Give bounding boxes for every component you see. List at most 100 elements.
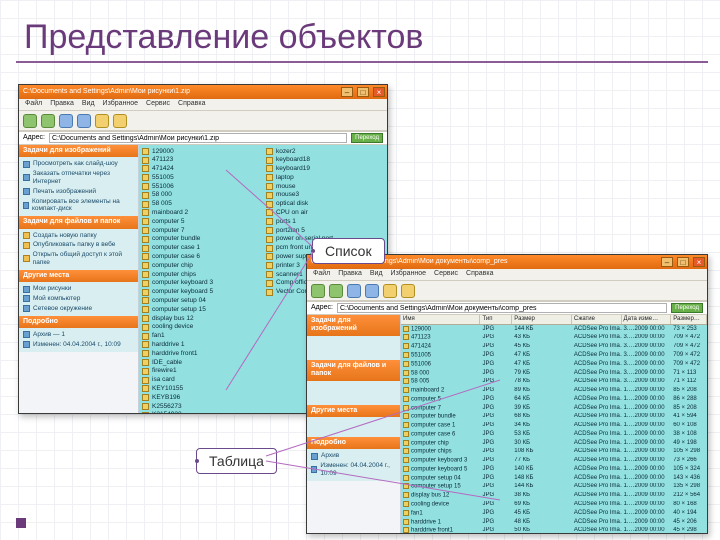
- fwd-icon[interactable]: [329, 284, 343, 298]
- menu-tools[interactable]: Сервис: [146, 100, 170, 108]
- list-item[interactable]: IDE_cable: [142, 358, 260, 367]
- table-row[interactable]: computer case 6JPG53 КБACDSee Pro Ima…1.…: [401, 430, 707, 439]
- list-item[interactable]: computer setup 04: [142, 297, 260, 306]
- table-row[interactable]: harddrive front1JPG50 КБACDSee Pro Ima…1…: [401, 527, 707, 533]
- list-item[interactable]: computer setup 15: [142, 305, 260, 314]
- list-item[interactable]: computer 7: [142, 226, 260, 235]
- table-row[interactable]: 58 000JPG79 КБACDSee Pro Ima…3.…2009 00:…: [401, 369, 707, 378]
- table-row[interactable]: harddrive 1JPG48 КБACDSee Pro Ima…1.…200…: [401, 518, 707, 527]
- menu-file[interactable]: Файл: [313, 270, 330, 278]
- toolbar[interactable]: [19, 111, 387, 131]
- table-header[interactable]: Имя Тип Размер Сжатие Дата изме… Размер…: [401, 315, 707, 325]
- details-panel-head[interactable]: Подробно: [19, 316, 138, 328]
- up-icon[interactable]: [59, 114, 73, 128]
- address-input[interactable]: [337, 303, 667, 313]
- menu-bar[interactable]: Файл Правка Вид Избранное Сервис Справка: [307, 269, 707, 281]
- list-item[interactable]: 58 000: [142, 191, 260, 200]
- panel-item[interactable]: Открыть общий доступ к этой папке: [23, 250, 134, 268]
- list-item[interactable]: mouse3: [266, 191, 384, 200]
- list-item[interactable]: cooling device: [142, 323, 260, 332]
- tasks-panel-head[interactable]: Задачи для изображений: [307, 315, 400, 336]
- table-row[interactable]: computer bundleJPG68 КБACDSee Pro Ima…1.…: [401, 413, 707, 422]
- panel-item[interactable]: Изменен: 04.04.2004 г., 10:09: [23, 340, 134, 350]
- tasks-panel-head[interactable]: Задачи для изображений: [19, 145, 138, 157]
- table-row[interactable]: 471123JPG43 КБACDSee Pro Ima…3.…2009 00:…: [401, 334, 707, 343]
- menu-view[interactable]: Вид: [370, 270, 383, 278]
- close-button[interactable]: ×: [693, 257, 705, 267]
- back-icon[interactable]: [311, 284, 325, 298]
- menu-help[interactable]: Справка: [466, 270, 493, 278]
- minimize-button[interactable]: –: [661, 257, 673, 267]
- list-item[interactable]: 551005: [142, 173, 260, 182]
- table-row[interactable]: computer 5JPG64 КБACDSee Pro Ima…1.…2009…: [401, 395, 707, 404]
- list-item[interactable]: KEYB196: [142, 393, 260, 402]
- table-row[interactable]: computer setup 15JPG144 КБACDSee Pro Ima…: [401, 483, 707, 492]
- table-row[interactable]: mainboard 2JPG89 КБACDSee Pro Ima…1.…200…: [401, 387, 707, 396]
- address-bar[interactable]: Адрес: Переход: [19, 131, 387, 145]
- list-item[interactable]: mainboard 2: [142, 209, 260, 218]
- go-button[interactable]: Переход: [671, 303, 703, 313]
- table-row[interactable]: 551005JPG47 КБACDSee Pro Ima…3.…2009 00:…: [401, 351, 707, 360]
- list-item[interactable]: K2154923: [142, 411, 260, 413]
- details-panel-head[interactable]: Подробно: [307, 437, 400, 449]
- list-item[interactable]: optical disk: [266, 200, 384, 209]
- panel-item[interactable]: Архив — 1: [23, 330, 134, 340]
- menu-view[interactable]: Вид: [82, 100, 95, 108]
- menu-file[interactable]: Файл: [25, 100, 42, 108]
- table-row[interactable]: computer keyboard 5JPG140 КБACDSee Pro I…: [401, 465, 707, 474]
- table-row[interactable]: cooling deviceJPG69 КБACDSee Pro Ima…1.……: [401, 501, 707, 510]
- file-table-area[interactable]: Имя Тип Размер Сжатие Дата изме… Размер……: [401, 315, 707, 533]
- list-item[interactable]: K2556273: [142, 402, 260, 411]
- list-item[interactable]: computer case 6: [142, 253, 260, 262]
- back-icon[interactable]: [23, 114, 37, 128]
- list-item[interactable]: mouse: [266, 182, 384, 191]
- table-row[interactable]: computer setup 04JPG148 КБACDSee Pro Ima…: [401, 474, 707, 483]
- table-row[interactable]: 551006JPG47 КБACDSee Pro Ima…3.…2009 00:…: [401, 360, 707, 369]
- table-row[interactable]: computer keyboard 3JPG77 КБACDSee Pro Im…: [401, 457, 707, 466]
- panel-item[interactable]: Заказать отпечатки через Интернет: [23, 169, 134, 187]
- minimize-button[interactable]: –: [341, 87, 353, 97]
- panel-item[interactable]: Мой компьютер: [23, 294, 134, 304]
- views-icon[interactable]: [401, 284, 415, 298]
- list-item[interactable]: 551006: [142, 182, 260, 191]
- titlebar[interactable]: C:\Documents and Settings\Admin\Мои рису…: [19, 85, 387, 99]
- panel-item[interactable]: Печать изображений: [23, 187, 134, 197]
- list-item[interactable]: computer chip: [142, 261, 260, 270]
- panel-item[interactable]: Создать новую папку: [23, 231, 134, 241]
- col-size[interactable]: Размер: [512, 315, 572, 324]
- list-item[interactable]: computer chips: [142, 270, 260, 279]
- list-item[interactable]: harddrive 1: [142, 341, 260, 350]
- col-date[interactable]: Дата изме…: [622, 315, 672, 324]
- menu-bar[interactable]: Файл Правка Вид Избранное Сервис Справка: [19, 99, 387, 111]
- col-type[interactable]: Тип: [480, 315, 512, 324]
- col-compress[interactable]: Сжатие: [572, 315, 622, 324]
- up-icon[interactable]: [347, 284, 361, 298]
- menu-fav[interactable]: Избранное: [391, 270, 426, 278]
- places-panel-head[interactable]: Другие места: [307, 405, 400, 417]
- fwd-icon[interactable]: [41, 114, 55, 128]
- panel-item[interactable]: Изменен: 04.04.2004 г., 10:09: [311, 461, 396, 479]
- list-item[interactable]: 129000: [142, 147, 260, 156]
- table-row[interactable]: 58 005JPG78 КБACDSee Pro Ima…3.…2009 00:…: [401, 378, 707, 387]
- table-row[interactable]: computer chipsJPG108 КБACDSee Pro Ima…1.…: [401, 448, 707, 457]
- col-name[interactable]: Имя: [401, 315, 480, 324]
- views-icon[interactable]: [113, 114, 127, 128]
- col-dim[interactable]: Размер…: [671, 315, 707, 324]
- table-row[interactable]: 129000JPG144 КБACDSee Pro Ima…3.…2009 00…: [401, 325, 707, 334]
- list-item[interactable]: computer keyboard 5: [142, 288, 260, 297]
- list-item[interactable]: harddrive front1: [142, 349, 260, 358]
- list-item[interactable]: computer bundle: [142, 235, 260, 244]
- table-row[interactable]: fan1JPG45 КБACDSee Pro Ima…1.…2009 00:00…: [401, 509, 707, 518]
- list-item[interactable]: 471123: [142, 156, 260, 165]
- list-item[interactable]: CPU on air: [266, 209, 384, 218]
- list-item[interactable]: computer case 1: [142, 244, 260, 253]
- address-bar[interactable]: Адрес: Переход: [307, 301, 707, 315]
- list-item[interactable]: 471424: [142, 165, 260, 174]
- go-button[interactable]: Переход: [351, 133, 383, 143]
- menu-tools[interactable]: Сервис: [434, 270, 458, 278]
- places-panel-head[interactable]: Другие места: [19, 270, 138, 282]
- list-item[interactable]: computer 5: [142, 217, 260, 226]
- menu-help[interactable]: Справка: [178, 100, 205, 108]
- search-icon[interactable]: [365, 284, 379, 298]
- files-panel-head[interactable]: Задачи для файлов и папок: [19, 216, 138, 228]
